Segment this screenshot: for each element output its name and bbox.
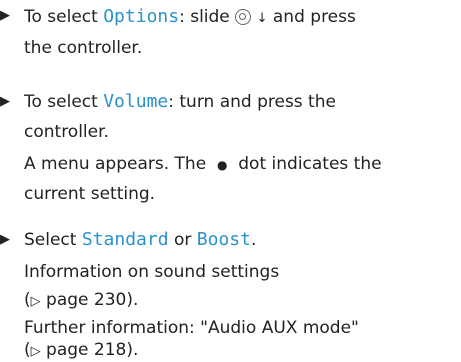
step2-prefix: To select bbox=[24, 92, 104, 112]
term-standard: Standard bbox=[81, 229, 169, 250]
info-sound-settings: Information on sound settings bbox=[24, 262, 280, 282]
ref1-open: ( bbox=[24, 290, 31, 310]
bullet-icon: ▶ bbox=[0, 8, 10, 23]
step1-suffix: and press bbox=[267, 7, 356, 27]
step2-line3: A menu appears. The ● dot indicates the bbox=[24, 154, 382, 175]
page-ref-218: (▷ page 218). bbox=[24, 340, 138, 362]
step1-prefix: To select bbox=[24, 7, 104, 27]
step3-prefix: Select bbox=[24, 230, 82, 250]
controller-icon bbox=[235, 9, 252, 25]
dot-icon: ● bbox=[216, 158, 228, 172]
arrow-down-icon: ↓ bbox=[256, 11, 268, 26]
step2-line1: To select Volume: turn and press the bbox=[24, 91, 336, 113]
step1-line2: the controller. bbox=[24, 38, 143, 58]
bullet-icon: ▶ bbox=[0, 94, 10, 109]
ref1-text: page 230). bbox=[40, 290, 139, 310]
page-ref-230: (▷ page 230). bbox=[24, 290, 138, 312]
step3-period: . bbox=[250, 230, 257, 250]
manual-page: ▶ To select Options: slide ↓ and press t… bbox=[0, 0, 461, 361]
term-options: Options bbox=[103, 6, 180, 27]
term-boost: Boost bbox=[196, 229, 251, 250]
page-ref-icon: ▷ bbox=[30, 294, 41, 309]
ref2-open: ( bbox=[24, 340, 31, 360]
info-audio-aux: Further information: "Audio AUX mode" bbox=[24, 318, 359, 338]
step3-line1: Select Standard or Boost. bbox=[24, 229, 257, 251]
step1-line1: To select Options: slide ↓ and press bbox=[24, 6, 356, 29]
page-ref-icon: ▷ bbox=[30, 344, 41, 359]
step1-middle: : slide bbox=[179, 7, 236, 27]
bullet-icon: ▶ bbox=[0, 232, 10, 247]
step2-line2: controller. bbox=[24, 122, 109, 142]
step3-or: or bbox=[168, 230, 197, 250]
step2-line3-b: dot indicates the bbox=[232, 154, 382, 174]
step2-suffix: : turn and press the bbox=[168, 92, 336, 112]
step2-line3-a: A menu appears. The bbox=[24, 154, 212, 174]
ref2-text: page 218). bbox=[40, 340, 139, 360]
step2-line4: current setting. bbox=[24, 184, 156, 204]
term-volume: Volume bbox=[103, 91, 169, 112]
